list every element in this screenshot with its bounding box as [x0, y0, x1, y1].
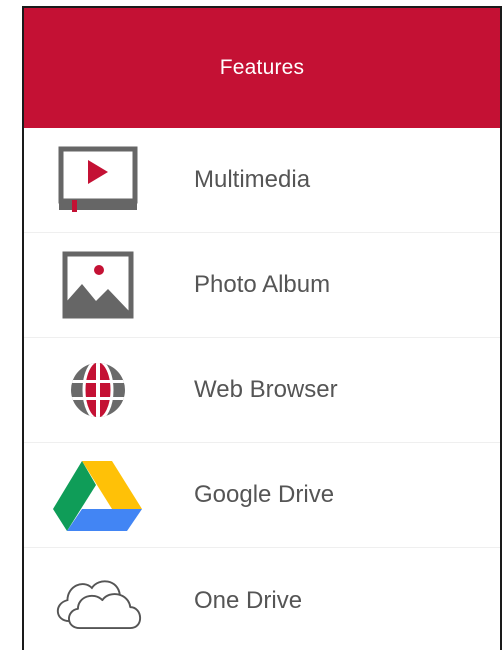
app-header: Features — [24, 8, 500, 128]
features-list: Multimedia Photo Album Web Browser Googl… — [24, 128, 500, 650]
list-item-label: Web Browser — [194, 376, 338, 403]
list-item-google-drive[interactable]: Google Drive — [24, 443, 500, 548]
list-item-web-browser[interactable]: Web Browser — [24, 338, 500, 443]
list-item-label: Photo Album — [194, 271, 331, 298]
one-drive-icon — [50, 561, 146, 641]
list-item-one-drive[interactable]: One Drive — [24, 548, 500, 650]
list-item-label: Google Drive — [194, 481, 335, 508]
multimedia-icon — [50, 140, 146, 220]
google-drive-icon — [50, 455, 146, 535]
photo-album-icon — [50, 245, 146, 325]
web-browser-icon — [50, 350, 146, 430]
list-item-photo-album[interactable]: Photo Album — [24, 233, 500, 338]
page-title: Features — [219, 56, 305, 79]
list-item-label: One Drive — [194, 586, 303, 614]
list-item-label: Multimedia — [194, 166, 311, 193]
app-window: Features Multimedia Photo Album Web Brow… — [22, 6, 502, 650]
list-item-multimedia[interactable]: Multimedia — [24, 128, 500, 233]
